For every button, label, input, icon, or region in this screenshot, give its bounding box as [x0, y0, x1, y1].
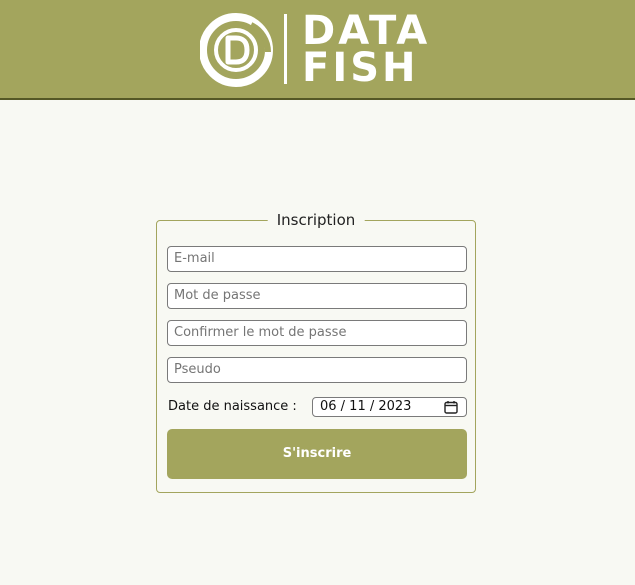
birthdate-label: Date de naissance : [168, 399, 297, 414]
birthdate-row: Date de naissance : 06 / 11 / 2023 [167, 397, 467, 419]
datafish-d-logo-icon [200, 13, 273, 87]
logo-divider [284, 14, 287, 84]
birthdate-value: 06 / 11 / 2023 [320, 399, 412, 414]
form-legend: Inscription [267, 209, 365, 231]
brand-logo[interactable]: DATA FISH [200, 11, 440, 91]
birthdate-input[interactable]: 06 / 11 / 2023 [312, 397, 467, 417]
calendar-icon[interactable] [444, 400, 458, 414]
submit-button[interactable]: S'inscrire [167, 429, 467, 479]
header-banner: DATA FISH [0, 0, 635, 100]
confirm-password-input[interactable]: Confirmer le mot de passe [167, 320, 467, 346]
brand-name: DATA FISH [302, 11, 430, 91]
password-input[interactable]: Mot de passe [167, 283, 467, 309]
registration-form: Inscription E-mail Mot de passe Confirme… [156, 209, 476, 493]
email-input[interactable]: E-mail [167, 246, 467, 272]
brand-name-line-2: FISH [302, 45, 419, 91]
username-input[interactable]: Pseudo [167, 357, 467, 383]
